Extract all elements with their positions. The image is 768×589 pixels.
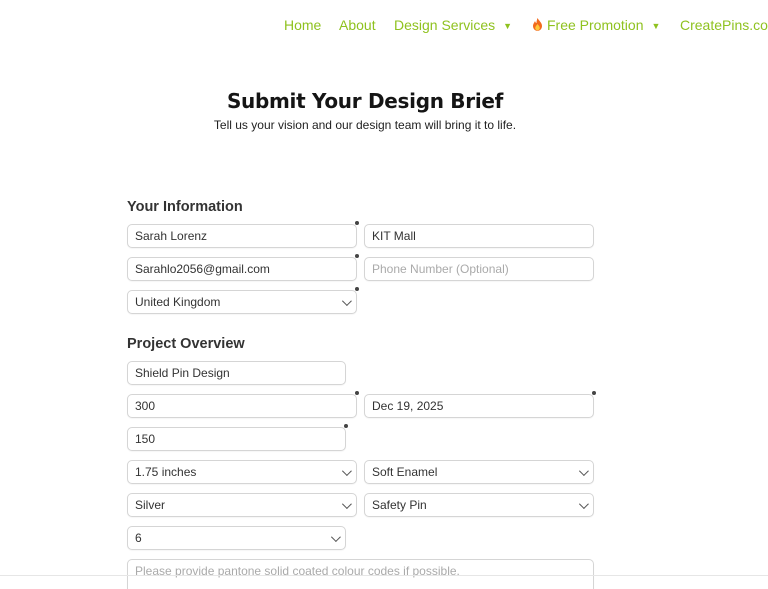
- nav-free-promotion-label: Free Promotion: [547, 17, 644, 33]
- chevron-down-icon: [341, 499, 352, 510]
- chevron-down-icon: [341, 466, 352, 477]
- country-select-value: United Kingdom: [135, 295, 221, 309]
- colors-select-value: 6: [135, 531, 142, 545]
- backing-select-value: Safety Pin: [372, 498, 427, 512]
- caret-down-icon: ▼: [651, 21, 661, 31]
- company-field[interactable]: KIT Mall: [364, 224, 594, 248]
- caret-down-icon: ▼: [503, 21, 513, 31]
- required-dot-icon: [355, 391, 359, 395]
- chevron-down-icon: [578, 499, 589, 510]
- pin-type-select-value: Soft Enamel: [372, 465, 438, 479]
- pantone-textarea[interactable]: Please provide pantone solid coated colo…: [127, 559, 594, 589]
- metal-select[interactable]: Silver: [127, 493, 357, 517]
- required-dot-icon: [344, 424, 348, 428]
- nav-home[interactable]: Home: [284, 17, 321, 33]
- section-project-overview: Project Overview: [127, 336, 245, 352]
- size-select-value: 1.75 inches: [135, 465, 197, 479]
- brand-logo[interactable]: N T: [0, 4, 18, 46]
- required-dot-icon: [355, 254, 359, 258]
- nav-free-promotion[interactable]: Free Promotion ▼: [532, 17, 660, 33]
- fire-icon: [533, 18, 542, 31]
- page-title: Submit Your Design Brief: [226, 89, 504, 113]
- required-dot-icon: [355, 221, 359, 225]
- main-nav: Home About Design Services ▼ Free Promoti…: [284, 17, 768, 37]
- country-select[interactable]: United Kingdom: [127, 290, 357, 314]
- chevron-down-icon: [330, 532, 341, 543]
- divider: [0, 575, 768, 576]
- nav-about[interactable]: About: [339, 17, 376, 33]
- name-field[interactable]: Sarah Lorenz: [127, 224, 357, 248]
- section-your-information: Your Information: [127, 199, 243, 215]
- page-subtitle: Tell us your vision and our design team …: [213, 118, 517, 132]
- required-dot-icon: [592, 391, 596, 395]
- budget-field[interactable]: 150: [127, 427, 346, 451]
- phone-field[interactable]: Phone Number (Optional): [364, 257, 594, 281]
- nav-design-services[interactable]: Design Services ▼: [394, 17, 512, 33]
- nav-design-services-label: Design Services: [394, 17, 496, 33]
- quantity-field[interactable]: 300: [127, 394, 357, 418]
- date-field[interactable]: Dec 19, 2025: [364, 394, 594, 418]
- colors-select[interactable]: 6: [127, 526, 346, 550]
- backing-select[interactable]: Safety Pin: [364, 493, 594, 517]
- metal-select-value: Silver: [135, 498, 166, 512]
- size-select[interactable]: 1.75 inches: [127, 460, 357, 484]
- nav-createpins[interactable]: CreatePins.com: [680, 17, 768, 33]
- project-name-field[interactable]: Shield Pin Design: [127, 361, 346, 385]
- required-dot-icon: [355, 287, 359, 291]
- chevron-down-icon: [578, 466, 589, 477]
- email-field[interactable]: Sarahlo2056@gmail.com: [127, 257, 357, 281]
- chevron-down-icon: [341, 296, 352, 307]
- pin-type-select[interactable]: Soft Enamel: [364, 460, 594, 484]
